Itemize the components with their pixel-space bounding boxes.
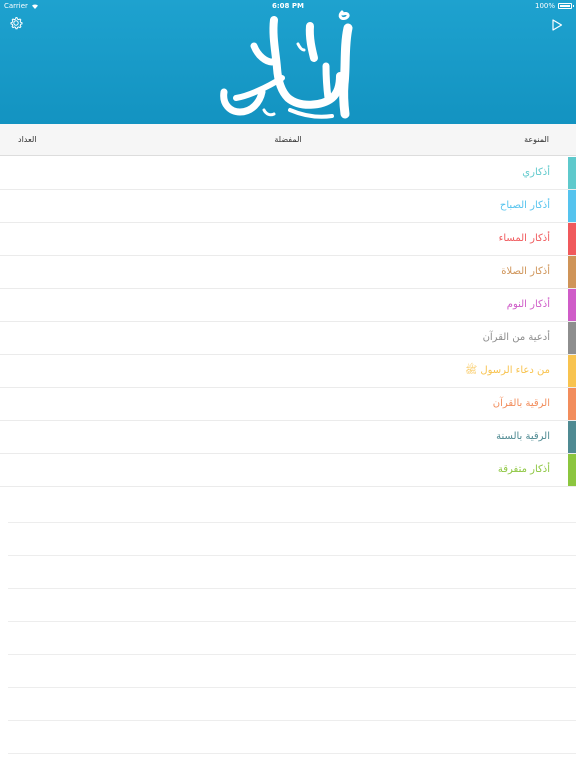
- category-row[interactable]: أذكار النوم: [0, 289, 576, 322]
- category-color-strip: [568, 421, 576, 453]
- category-row[interactable]: أدعية من القرآن: [0, 322, 576, 355]
- empty-row: [8, 688, 576, 721]
- category-label: أذكار متفرقة: [497, 464, 550, 475]
- empty-list-area: [0, 490, 576, 754]
- category-color-strip: [568, 190, 576, 222]
- category-label: أذكار الصباح: [499, 200, 550, 211]
- category-row[interactable]: أذكاري: [0, 157, 576, 190]
- category-color-strip: [568, 256, 576, 288]
- category-list: أذكاري أذكار الصباح أذكار المساء أذكار الصل…: [0, 157, 576, 487]
- empty-row: [8, 490, 576, 523]
- category-row[interactable]: أذكار المساء: [0, 223, 576, 256]
- category-color-strip: [568, 223, 576, 255]
- empty-row: [8, 622, 576, 655]
- settings-button[interactable]: [8, 15, 24, 31]
- category-label: أذكار النوم: [506, 299, 550, 310]
- empty-row: [8, 655, 576, 688]
- play-button[interactable]: [550, 17, 564, 33]
- category-label: أذكاري: [522, 167, 550, 178]
- category-color-strip: [568, 289, 576, 321]
- category-color-strip: [568, 454, 576, 486]
- tab-favorites[interactable]: المفضلة: [260, 124, 316, 156]
- play-icon: [552, 19, 563, 31]
- adhkar-calligraphy-logo: [220, 10, 353, 119]
- category-row[interactable]: أذكار الصلاة: [0, 256, 576, 289]
- category-label: الرقية بالسنة: [496, 431, 550, 442]
- category-color-strip: [568, 157, 576, 189]
- category-label: الرقية بالقرآن: [492, 398, 550, 409]
- category-row[interactable]: الرقية بالسنة: [0, 421, 576, 454]
- category-row[interactable]: الرقية بالقرآن: [0, 388, 576, 421]
- category-label: أذكار المساء: [498, 233, 550, 244]
- empty-row: [8, 589, 576, 622]
- category-label: أذكار الصلاة: [501, 266, 550, 277]
- empty-row: [8, 721, 576, 754]
- category-row[interactable]: أذكار متفرقة: [0, 454, 576, 487]
- tab-miscellaneous[interactable]: المنوعة: [524, 124, 549, 156]
- category-label: من دعاء الرسول ﷺ: [465, 365, 550, 376]
- category-label: أدعية من القرآن: [482, 332, 550, 343]
- app-header: Carrier 6:08 PM 100%: [0, 0, 576, 124]
- gear-icon: [10, 16, 23, 30]
- empty-row: [8, 556, 576, 589]
- category-color-strip: [568, 322, 576, 354]
- tab-bar: العداد المفضلة المنوعة: [0, 124, 576, 156]
- tab-counter[interactable]: العداد: [18, 124, 37, 156]
- battery-percent: 100%: [534, 2, 555, 10]
- category-color-strip: [568, 388, 576, 420]
- category-row[interactable]: من دعاء الرسول ﷺ: [0, 355, 576, 388]
- category-color-strip: [568, 355, 576, 387]
- status-right: 100%: [534, 0, 574, 12]
- empty-row: [8, 523, 576, 556]
- category-row[interactable]: أذكار الصباح: [0, 190, 576, 223]
- battery-icon: [558, 3, 574, 9]
